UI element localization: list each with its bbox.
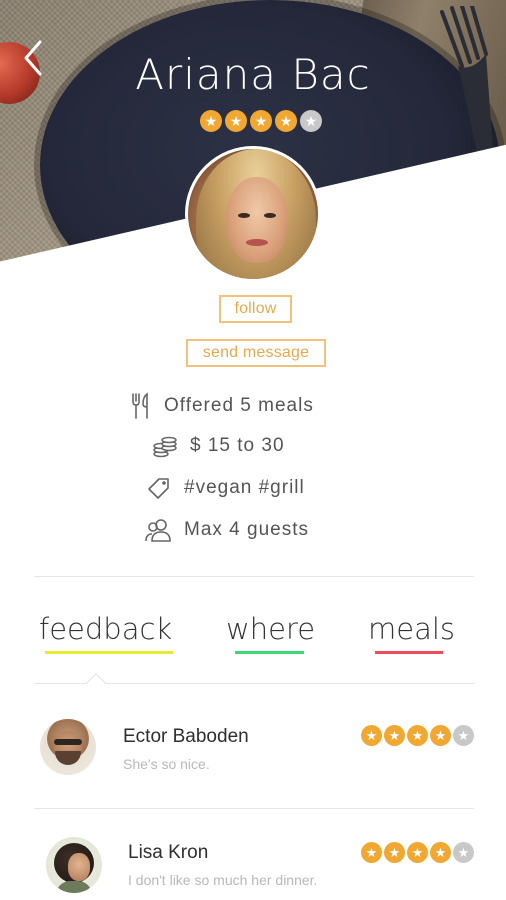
tab-meals-underline: [375, 651, 443, 654]
star-icon: ★: [384, 842, 405, 863]
star-icon: ★: [407, 842, 428, 863]
info-meals: Offered 5 meals: [130, 392, 314, 420]
info-guests-text: Max 4 guests: [184, 519, 309, 540]
star-icon: ★: [250, 110, 272, 132]
star-icon: ★: [300, 110, 322, 132]
review-rating: ★ ★ ★ ★ ★: [361, 842, 474, 863]
coins-icon: [153, 436, 177, 458]
star-icon: ★: [407, 725, 428, 746]
reviewer-name: Lisa Kron: [128, 842, 209, 863]
tag-icon: [148, 478, 169, 499]
star-icon: ★: [453, 725, 474, 746]
info-meals-text: Offered 5 meals: [164, 395, 314, 416]
review-comment: She's so nice.: [123, 756, 210, 772]
fork-knife-icon: [132, 392, 148, 419]
active-tab-pointer: [86, 673, 106, 693]
send-message-button[interactable]: send message: [186, 339, 326, 367]
list-item[interactable]: Ector Baboden She's so nice. ★ ★ ★ ★ ★: [0, 704, 506, 814]
info-tags-text: #vegan #grill: [184, 477, 305, 498]
info-price-text: $ 15 to 30: [190, 435, 285, 456]
star-icon: ★: [361, 842, 382, 863]
star-icon: ★: [384, 725, 405, 746]
profile-rating: ★ ★ ★ ★ ★: [200, 110, 322, 132]
star-icon: ★: [430, 842, 451, 863]
tab-feedback[interactable]: feedback: [39, 612, 172, 646]
star-icon: ★: [453, 842, 474, 863]
list-divider: [34, 808, 474, 809]
avatar: [40, 719, 96, 775]
review-comment: I don't like so much her dinner.: [128, 872, 318, 888]
tab-feedback-underline: [45, 651, 173, 654]
section-divider: [34, 576, 474, 577]
reviewer-name: Ector Baboden: [123, 726, 249, 747]
profile-avatar: [185, 146, 321, 282]
star-icon: ★: [430, 725, 451, 746]
info-tags: #vegan #grill: [146, 476, 305, 500]
star-icon: ★: [275, 110, 297, 132]
people-icon: [145, 519, 171, 542]
tab-where-underline: [235, 651, 304, 654]
follow-button[interactable]: follow: [219, 295, 292, 323]
star-icon: ★: [361, 725, 382, 746]
star-icon: ★: [225, 110, 247, 132]
list-item[interactable]: Lisa Kron I don't like so much her dinne…: [0, 820, 506, 900]
info-price: $ 15 to 30: [152, 434, 285, 458]
tab-meals[interactable]: meals: [368, 612, 455, 646]
review-rating: ★ ★ ★ ★ ★: [361, 725, 474, 746]
info-guests: Max 4 guests: [144, 517, 309, 543]
tab-where[interactable]: where: [226, 612, 315, 646]
star-icon: ★: [200, 110, 222, 132]
avatar: [46, 837, 102, 893]
profile-name: Ariana Bac: [135, 50, 371, 99]
